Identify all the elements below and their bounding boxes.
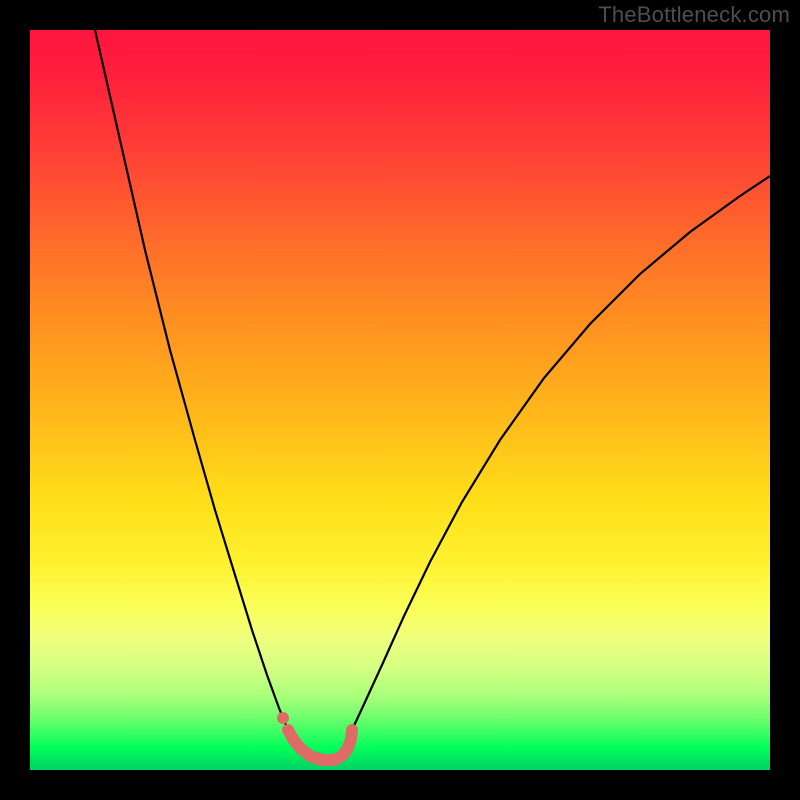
curve-layer bbox=[30, 30, 770, 770]
curve-valley-highlight bbox=[288, 730, 352, 760]
watermark-text: TheBottleneck.com bbox=[598, 2, 790, 28]
chart-stage: TheBottleneck.com bbox=[0, 0, 800, 800]
valley-entry-dot bbox=[277, 712, 289, 724]
plot-area bbox=[30, 30, 770, 770]
curve-left-branch bbox=[95, 30, 288, 730]
curve-right-branch bbox=[352, 176, 770, 730]
